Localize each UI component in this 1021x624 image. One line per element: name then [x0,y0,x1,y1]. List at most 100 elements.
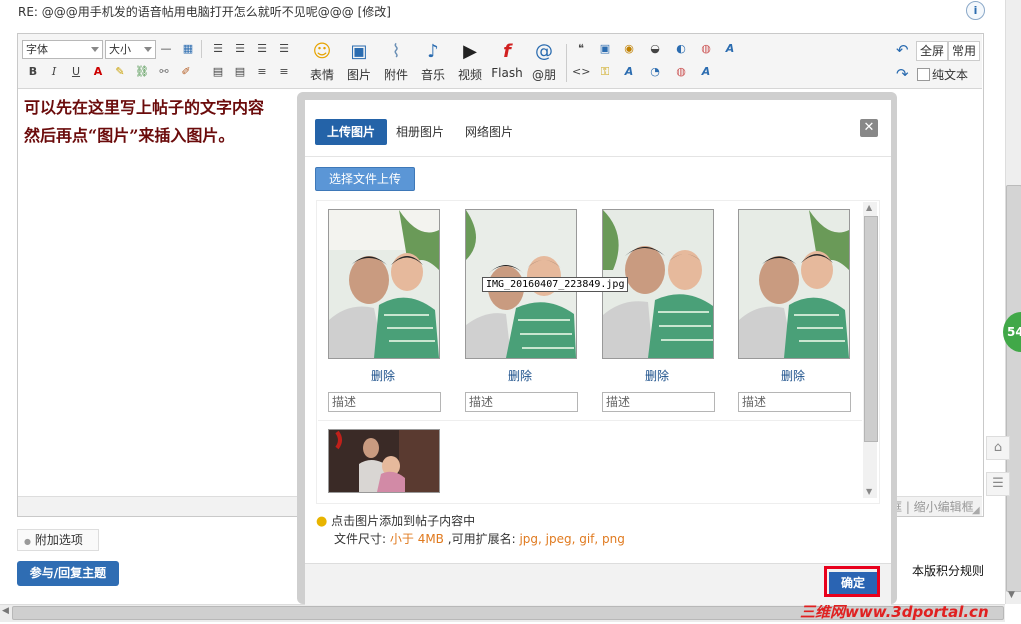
toolbar-button-label: 视频 [457,68,482,82]
edit-link[interactable]: [修改] [358,5,391,19]
dialog-header [305,100,891,157]
video-icon: ▶ [463,41,477,62]
row-divider [318,420,862,421]
speech-icon[interactable]: ◔ [646,63,664,81]
redo-icon[interactable]: ↷ [896,65,909,83]
photo-description-input[interactable]: 描述 [602,392,715,412]
qq-icon[interactable]: ◒ [646,40,664,58]
toolbar-button-label: @朋 [531,68,556,82]
upload-hint: ● 点击图片添加到帖子内容中 [316,512,475,529]
float-right-icon[interactable]: ▤ [231,63,249,81]
toolbar-button-label: 表情 [309,68,334,82]
code-icon[interactable]: <> [572,63,590,81]
delete-photo-link[interactable]: 删除 [601,367,713,384]
size-select[interactable]: 大小 [105,40,156,59]
reply-button[interactable]: 参与/回复主题 [17,561,119,586]
editor-content[interactable]: 可以先在这里写上帖子的文字内容 然后再点“图片”来插入图片。 [24,94,264,150]
ordered-list-icon[interactable]: ≡ [253,63,271,81]
photo-description-input[interactable]: 描述 [465,392,578,412]
toolbar-video-button[interactable]: ▶ 视频 [453,40,487,83]
shrink-editor-link[interactable]: 框 | 缩小编辑框 [890,498,974,515]
background-icon[interactable]: ◉ [620,40,638,58]
size-value: 小于 4MB [389,532,444,546]
align-left-icon[interactable]: ☰ [209,40,227,58]
unlink-icon[interactable]: ⚯ [155,63,173,81]
uploaded-photo[interactable] [328,209,440,359]
toolbar-button-label: Flash [491,66,523,80]
highlight-icon[interactable]: ✎ [111,63,129,81]
key-icon[interactable]: ⚿ [596,63,614,81]
clear-format-icon[interactable]: ✐ [177,63,195,81]
photo-description-input[interactable]: 描述 [328,392,441,412]
toolbar-music-button[interactable]: ♪ 音乐 [416,40,450,83]
dialog-footer [305,563,891,605]
align-center-icon[interactable]: ☰ [231,40,249,58]
fullscreen-button[interactable]: 全屏 [916,41,948,61]
align-right-icon[interactable]: ☰ [253,40,271,58]
toolbar-attachment-button[interactable]: ⌇ 附件 [379,40,413,83]
code-block-icon[interactable]: ▣ [596,40,614,58]
delete-photo-link[interactable]: 删除 [737,367,849,384]
editor-text-line: 可以先在这里写上帖子的文字内容 [24,98,265,117]
unordered-list-icon[interactable]: ≡ [275,63,293,81]
back-to-top-icon[interactable]: ⌂ [986,436,1010,460]
align-justify-icon[interactable]: ☰ [275,40,293,58]
undo-icon[interactable]: ↶ [896,41,909,59]
scroll-up-icon[interactable]: ▲ [866,203,872,212]
music-icon: ♪ [427,41,439,62]
rules-link[interactable]: 本版积分规则 [912,562,984,579]
font-style-icon[interactable]: A [721,40,739,58]
font-select-label: 字体 [26,43,48,56]
scroll-down-icon[interactable]: ▼ [866,487,872,496]
choose-file-button[interactable]: 选择文件上传 [315,167,415,191]
tag-icon[interactable]: ◍ [697,40,715,58]
toolbar-button-label: 附件 [383,68,408,82]
resize-handle-icon[interactable]: ◢ [972,505,980,516]
underline-icon[interactable]: U [67,63,85,81]
filename-tooltip: IMG_20160407_223849.jpg [482,277,629,292]
post-title: RE: @@@用手机发的语音帖用电脑打开怎么就听不见呢@@@ [修改] [18,3,391,20]
vertical-scrollbar-thumb[interactable] [1006,185,1021,592]
common-button[interactable]: 常用 [948,41,980,61]
table-icon[interactable]: ▦ [179,40,197,58]
tab-album-image[interactable]: 相册图片 [396,119,444,145]
delete-photo-link[interactable]: 删除 [327,367,439,384]
delete-photo-link[interactable]: 删除 [464,367,576,384]
list-icon[interactable]: ☰ [986,472,1010,496]
bold-icon[interactable]: B [24,63,42,81]
size-select-label: 大小 [109,43,131,56]
toolbar-at-button[interactable]: @ @朋 [527,40,561,83]
stamp-icon[interactable]: ◍ [672,63,690,81]
chevron-down-icon [91,47,99,52]
tab-web-image[interactable]: 网络图片 [465,119,513,145]
horizontal-rule-icon[interactable]: — [157,40,175,58]
photo-description-input[interactable]: 描述 [738,392,851,412]
font-color-icon[interactable]: A [89,63,107,81]
font-select[interactable]: 字体 [22,40,103,59]
bullet-icon: ● [24,537,31,546]
info-icon[interactable]: i [966,1,985,20]
plain-text-checkbox[interactable] [917,68,930,81]
italic-icon[interactable]: I [45,63,63,81]
tab-upload-image[interactable]: 上传图片 [315,119,387,145]
uploaded-photo[interactable] [738,209,850,359]
scroll-left-icon[interactable]: ◀ [2,606,9,616]
thumbnail-scrollbar-thumb[interactable] [864,216,878,442]
extra-options-toggle[interactable]: ● 附加选项 [17,529,99,551]
extra-options-label: 附加选项 [34,533,83,547]
quote-icon[interactable]: ❝ [572,40,590,58]
media-icon[interactable]: ◐ [672,40,690,58]
font-effect-icon[interactable]: A [620,63,638,81]
toolbar-emoticon-button[interactable]: ☺ 表情 [305,40,339,83]
font-size-icon[interactable]: A [697,63,715,81]
link-icon[interactable]: ⛓ [133,63,151,81]
size-label: 文件尺寸: [334,532,387,546]
uploaded-photo[interactable] [328,429,440,493]
toolbar-image-button[interactable]: ▣ 图片 [342,40,376,83]
close-icon[interactable]: ✕ [860,119,878,137]
toolbar-flash-button[interactable]: f Flash [489,40,525,80]
float-left-icon[interactable]: ▤ [209,63,227,81]
at-icon: @ [535,41,553,62]
scroll-down-icon[interactable]: ▼ [1008,590,1015,600]
ext-label: ,可用扩展名: [447,532,516,546]
